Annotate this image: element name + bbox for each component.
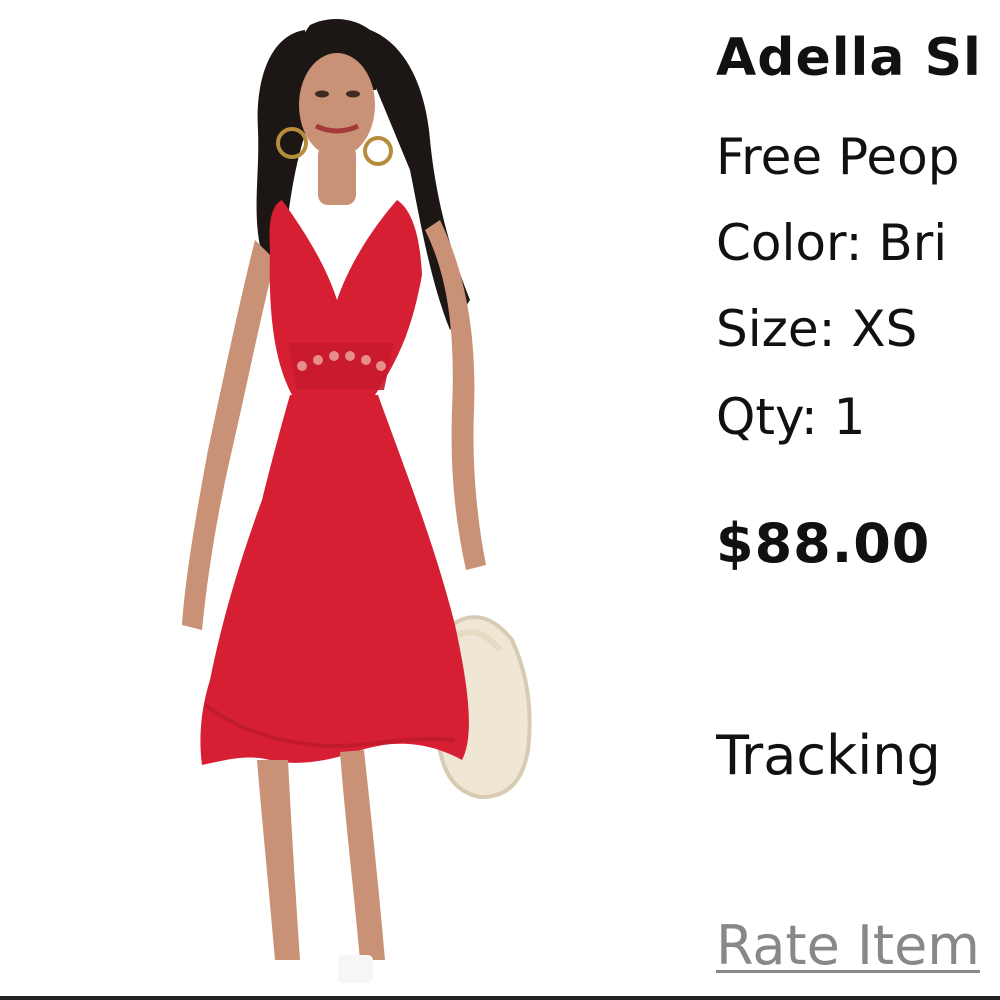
- product-title[interactable]: Adella Sl: [716, 28, 982, 88]
- product-price: $88.00: [716, 512, 931, 575]
- brand-name: Free Peop: [716, 128, 960, 186]
- product-quantity: Qty: 1: [716, 388, 866, 446]
- order-item-page: Adella Sl Free Peop Color: Bri Size: XS …: [0, 0, 1000, 1000]
- item-details: Adella Sl Free Peop Color: Bri Size: XS …: [716, 0, 1000, 1000]
- dress-model-illustration: [182, 18, 532, 983]
- tracking-button[interactable]: Tracking: [716, 724, 941, 787]
- product-image: [150, 0, 570, 1000]
- rate-item-link[interactable]: Rate Item: [716, 914, 980, 977]
- product-color: Color: Bri: [716, 214, 948, 272]
- product-size: Size: XS: [716, 300, 918, 358]
- bottom-divider: [0, 996, 1000, 1000]
